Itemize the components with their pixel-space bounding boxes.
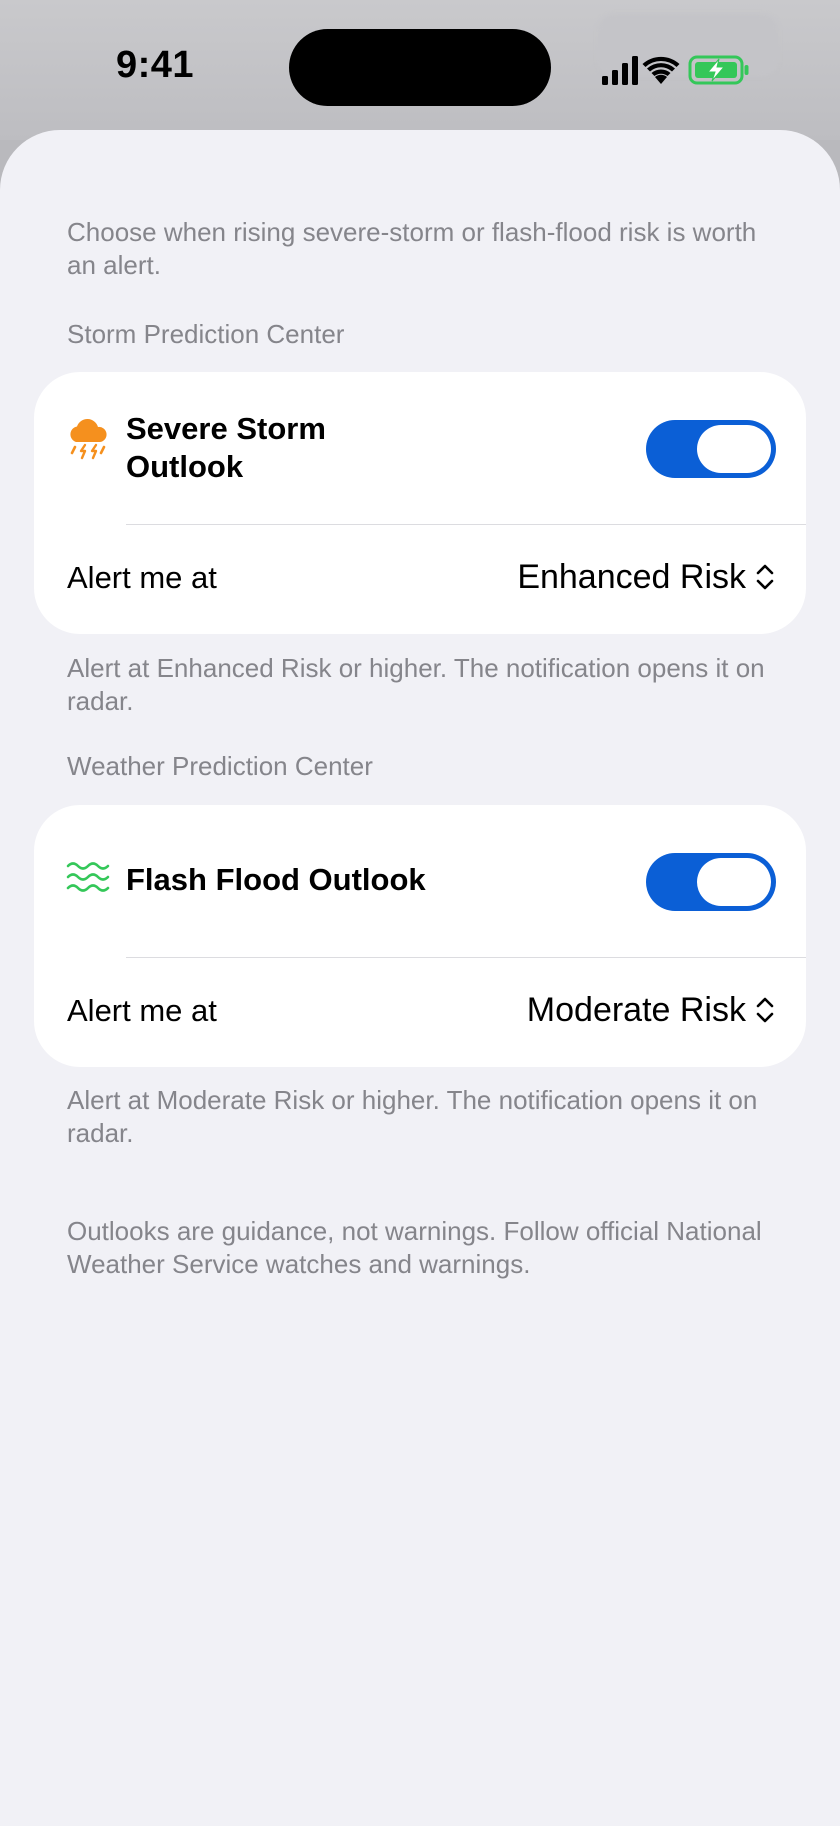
wifi-icon [642,56,680,84]
flash-flood-row: Flash Flood Outlook [34,805,806,957]
section-header-storm-prediction-center: Storm Prediction Center [67,319,345,349]
picker-selected-value: Enhanced Risk [517,558,746,596]
severe-storm-card: Severe Storm Outlook Alert me at Enhance… [34,372,806,634]
flash-flood-toggle[interactable] [646,853,776,911]
status-bar-icons [602,55,749,85]
flash-flood-footer-note: Alert at Moderate Risk or higher. The no… [67,1085,758,1148]
dynamic-island [289,29,551,106]
toggle-knob [697,858,771,906]
flash-flood-card: Flash Flood Outlook Alert me at Moderate… [34,805,806,1067]
nws-disclaimer: Outlooks are guidance, not warnings. Fol… [67,1216,762,1279]
intro-description: Choose when rising severe-storm or flash… [67,217,757,280]
severe-storm-alert-level-row[interactable]: Alert me at Enhanced Risk [34,525,806,634]
alert-me-at-label: Alert me at [67,993,217,1028]
flash-flood-risk-picker[interactable]: Moderate Risk [527,988,776,1032]
severe-storm-toggle[interactable] [646,420,776,478]
toggle-knob [697,425,771,473]
severe-storm-row: Severe Storm Outlook [34,372,806,524]
battery-charging-icon [688,55,749,85]
severe-storm-outlook-title: Severe Storm Outlook [126,411,326,484]
notification-settings-sheet[interactable]: Choose when rising severe-storm or flash… [0,130,840,1826]
cellular-signal-icon [602,56,638,85]
alert-me-at-label: Alert me at [67,560,217,595]
severe-storm-footer-note: Alert at Enhanced Risk or higher. The no… [67,653,765,716]
chevron-up-down-icon [756,997,774,1023]
cloud-bolt-rain-icon [70,419,107,460]
flash-flood-outlook-title: Flash Flood Outlook [126,862,426,897]
status-bar-time: 9:41 [116,44,195,86]
chevron-up-down-icon [756,564,774,590]
picker-selected-value: Moderate Risk [526,991,746,1029]
severe-storm-risk-picker[interactable]: Enhanced Risk [517,555,776,599]
water-waves-icon [66,862,110,892]
section-header-weather-prediction-center: Weather Prediction Center [67,751,373,781]
flash-flood-alert-level-row[interactable]: Alert me at Moderate Risk [34,958,806,1067]
